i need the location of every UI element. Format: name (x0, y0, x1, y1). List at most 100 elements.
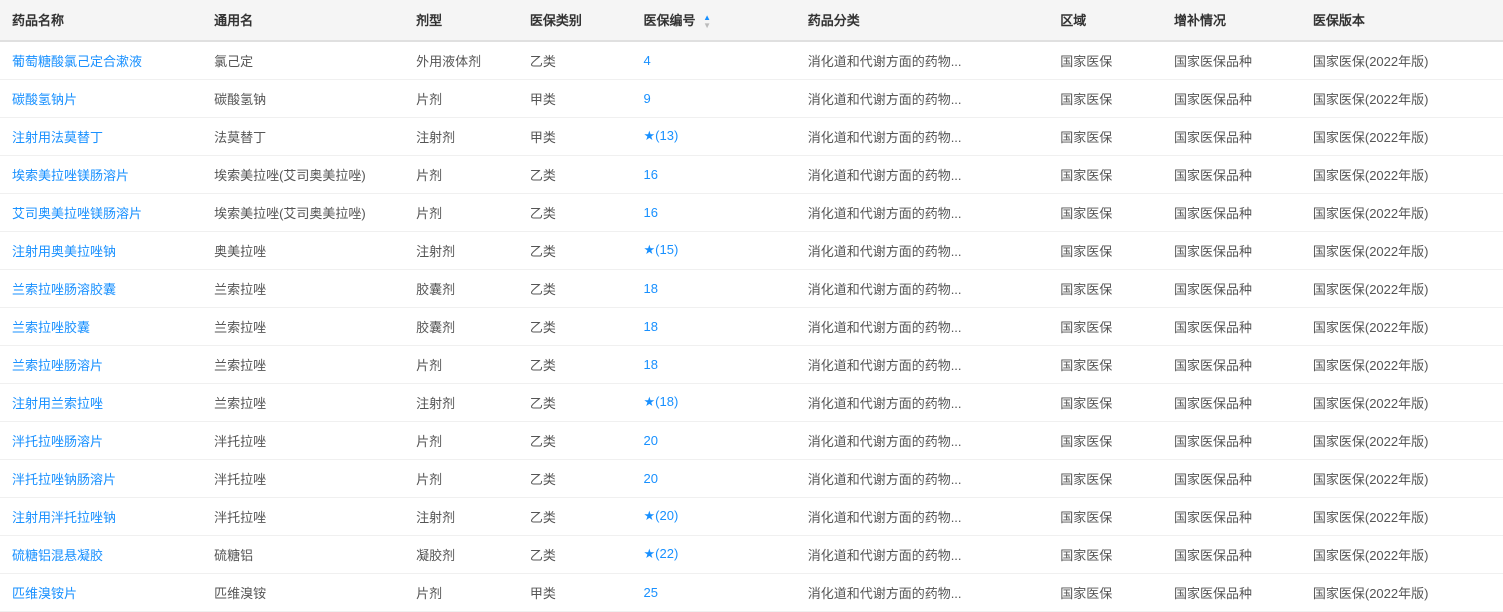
cell-drug-name[interactable]: 注射用兰索拉唑 (0, 383, 202, 421)
cell-version: 国家医保(2022年版) (1301, 79, 1503, 117)
table-row: 注射用兰索拉唑兰索拉唑注射剂乙类★(18)消化道和代谢方面的药物...国家医保国… (0, 383, 1503, 421)
cell-region: 国家医保 (1048, 383, 1162, 421)
cell-form: 注射剂 (404, 231, 518, 269)
header-form: 剂型 (404, 0, 518, 41)
cell-generic-name: 泮托拉唑 (202, 497, 404, 535)
cell-version: 国家医保(2022年版) (1301, 193, 1503, 231)
cell-supplement: 国家医保品种 (1162, 497, 1301, 535)
header-row: 药品名称 通用名 剂型 医保类别 医保编号 ▲ ▼ 药品分类 区域 增补情况 医… (0, 0, 1503, 41)
cell-generic-name: 泮托拉唑 (202, 459, 404, 497)
header-generic: 通用名 (202, 0, 404, 41)
cell-form: 胶囊剂 (404, 307, 518, 345)
cell-version: 国家医保(2022年版) (1301, 41, 1503, 80)
table-row: 注射用泮托拉唑钠泮托拉唑注射剂乙类★(20)消化道和代谢方面的药物...国家医保… (0, 497, 1503, 535)
cell-version: 国家医保(2022年版) (1301, 535, 1503, 573)
drug-table: 药品名称 通用名 剂型 医保类别 医保编号 ▲ ▼ 药品分类 区域 增补情况 医… (0, 0, 1503, 612)
cell-drug-name[interactable]: 兰索拉唑肠溶胶囊 (0, 269, 202, 307)
cell-region: 国家医保 (1048, 535, 1162, 573)
table-row: 碳酸氢钠片碳酸氢钠片剂甲类9消化道和代谢方面的药物...国家医保国家医保品种国家… (0, 79, 1503, 117)
cell-generic-name: 氯己定 (202, 41, 404, 80)
cell-drug-name[interactable]: 兰索拉唑肠溶片 (0, 345, 202, 383)
cell-drug-name[interactable]: 泮托拉唑肠溶片 (0, 421, 202, 459)
cell-drug-class: 消化道和代谢方面的药物... (796, 155, 1049, 193)
table-row: 注射用法莫替丁法莫替丁注射剂甲类★(13)消化道和代谢方面的药物...国家医保国… (0, 117, 1503, 155)
cell-generic-name: 泮托拉唑 (202, 421, 404, 459)
table-row: 兰索拉唑肠溶片兰索拉唑片剂乙类18消化道和代谢方面的药物...国家医保国家医保品… (0, 345, 1503, 383)
cell-version: 国家医保(2022年版) (1301, 383, 1503, 421)
cell-supplement: 国家医保品种 (1162, 41, 1301, 80)
table-row: 注射用奥美拉唑钠奥美拉唑注射剂乙类★(15)消化道和代谢方面的药物...国家医保… (0, 231, 1503, 269)
cell-form: 凝胶剂 (404, 535, 518, 573)
cell-insurance-no: 18 (632, 269, 796, 307)
cell-generic-name: 兰索拉唑 (202, 269, 404, 307)
header-region: 区域 (1048, 0, 1162, 41)
cell-drug-name[interactable]: 注射用奥美拉唑钠 (0, 231, 202, 269)
cell-drug-name[interactable]: 艾司奥美拉唑镁肠溶片 (0, 193, 202, 231)
sort-icon-insurance-no: ▲ ▼ (703, 14, 711, 30)
cell-drug-class: 消化道和代谢方面的药物... (796, 193, 1049, 231)
cell-drug-name[interactable]: 埃索美拉唑镁肠溶片 (0, 155, 202, 193)
cell-drug-name[interactable]: 泮托拉唑钠肠溶片 (0, 459, 202, 497)
table-body: 葡萄糖酸氯己定合漱液氯己定外用液体剂乙类4消化道和代谢方面的药物...国家医保国… (0, 41, 1503, 612)
cell-drug-class: 消化道和代谢方面的药物... (796, 41, 1049, 80)
cell-region: 国家医保 (1048, 497, 1162, 535)
cell-insurance-type: 乙类 (518, 421, 632, 459)
cell-form: 片剂 (404, 155, 518, 193)
cell-drug-class: 消化道和代谢方面的药物... (796, 117, 1049, 155)
table-row: 兰索拉唑肠溶胶囊兰索拉唑胶囊剂乙类18消化道和代谢方面的药物...国家医保国家医… (0, 269, 1503, 307)
cell-drug-class: 消化道和代谢方面的药物... (796, 383, 1049, 421)
cell-supplement: 国家医保品种 (1162, 421, 1301, 459)
cell-drug-class: 消化道和代谢方面的药物... (796, 421, 1049, 459)
cell-form: 注射剂 (404, 383, 518, 421)
cell-generic-name: 兰索拉唑 (202, 383, 404, 421)
cell-drug-name[interactable]: 注射用泮托拉唑钠 (0, 497, 202, 535)
cell-insurance-type: 乙类 (518, 383, 632, 421)
cell-drug-name[interactable]: 硫糖铝混悬凝胶 (0, 535, 202, 573)
cell-version: 国家医保(2022年版) (1301, 497, 1503, 535)
cell-region: 国家医保 (1048, 155, 1162, 193)
cell-supplement: 国家医保品种 (1162, 79, 1301, 117)
cell-drug-name[interactable]: 兰索拉唑胶囊 (0, 307, 202, 345)
table-row: 葡萄糖酸氯己定合漱液氯己定外用液体剂乙类4消化道和代谢方面的药物...国家医保国… (0, 41, 1503, 80)
cell-supplement: 国家医保品种 (1162, 155, 1301, 193)
header-name: 药品名称 (0, 0, 202, 41)
cell-version: 国家医保(2022年版) (1301, 231, 1503, 269)
cell-insurance-no: 16 (632, 155, 796, 193)
table-row: 艾司奥美拉唑镁肠溶片埃索美拉唑(艾司奥美拉唑)片剂乙类16消化道和代谢方面的药物… (0, 193, 1503, 231)
cell-insurance-type: 乙类 (518, 307, 632, 345)
cell-insurance-type: 乙类 (518, 269, 632, 307)
cell-generic-name: 奥美拉唑 (202, 231, 404, 269)
cell-generic-name: 硫糖铝 (202, 535, 404, 573)
cell-supplement: 国家医保品种 (1162, 345, 1301, 383)
cell-region: 国家医保 (1048, 421, 1162, 459)
cell-insurance-type: 乙类 (518, 535, 632, 573)
cell-drug-name[interactable]: 注射用法莫替丁 (0, 117, 202, 155)
cell-form: 胶囊剂 (404, 269, 518, 307)
table-row: 硫糖铝混悬凝胶硫糖铝凝胶剂乙类★(22)消化道和代谢方面的药物...国家医保国家… (0, 535, 1503, 573)
header-drug-class: 药品分类 (796, 0, 1049, 41)
cell-insurance-type: 乙类 (518, 497, 632, 535)
cell-insurance-no: 18 (632, 345, 796, 383)
cell-region: 国家医保 (1048, 231, 1162, 269)
cell-drug-class: 消化道和代谢方面的药物... (796, 497, 1049, 535)
header-insurance-type: 医保类别 (518, 0, 632, 41)
cell-region: 国家医保 (1048, 193, 1162, 231)
table-row: 埃索美拉唑镁肠溶片埃索美拉唑(艾司奥美拉唑)片剂乙类16消化道和代谢方面的药物.… (0, 155, 1503, 193)
cell-insurance-no: ★(15) (632, 231, 796, 269)
cell-form: 片剂 (404, 421, 518, 459)
cell-insurance-no: 18 (632, 307, 796, 345)
cell-version: 国家医保(2022年版) (1301, 307, 1503, 345)
cell-region: 国家医保 (1048, 117, 1162, 155)
cell-insurance-no: 20 (632, 459, 796, 497)
cell-insurance-type: 甲类 (518, 79, 632, 117)
cell-drug-name[interactable]: 葡萄糖酸氯己定合漱液 (0, 41, 202, 80)
cell-generic-name: 碳酸氢钠 (202, 79, 404, 117)
cell-supplement: 国家医保品种 (1162, 117, 1301, 155)
cell-insurance-no: ★(20) (632, 497, 796, 535)
cell-supplement: 国家医保品种 (1162, 383, 1301, 421)
cell-drug-name[interactable]: 碳酸氢钠片 (0, 79, 202, 117)
cell-supplement: 国家医保品种 (1162, 193, 1301, 231)
cell-version: 国家医保(2022年版) (1301, 155, 1503, 193)
cell-insurance-type: 乙类 (518, 345, 632, 383)
header-insurance-no[interactable]: 医保编号 ▲ ▼ (632, 0, 796, 41)
